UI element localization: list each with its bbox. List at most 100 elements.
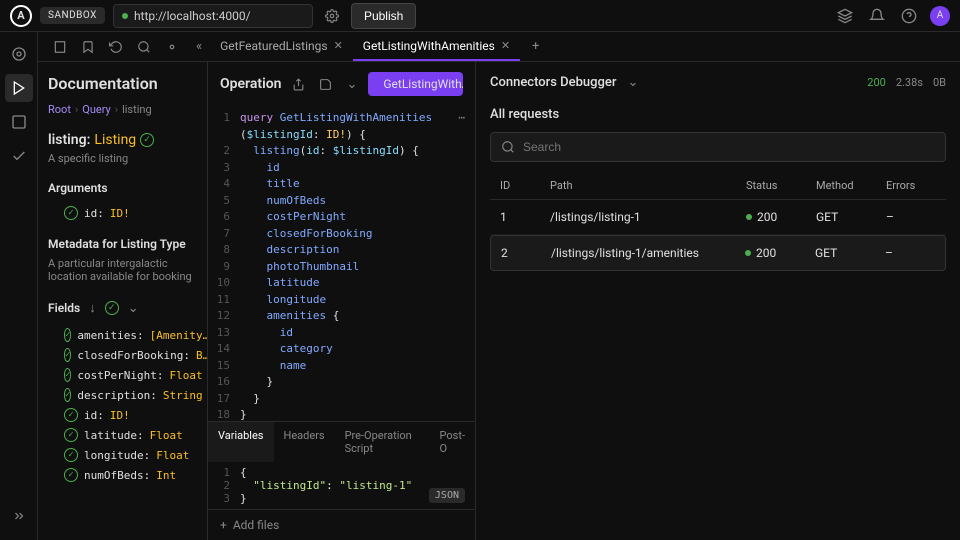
table-row[interactable]: 2 /listings/listing-1/amenities 200 GET … [490,235,946,271]
field-item[interactable]: ✓longitude: Float [48,445,197,465]
new-tab-button[interactable]: + [524,35,547,58]
field-name: listing: [48,132,90,148]
share-icon[interactable] [289,75,308,94]
nav-schema-icon[interactable] [5,108,33,136]
json-badge: JSON [429,488,465,503]
bell-icon[interactable] [866,5,888,27]
status-code: 200 [867,76,886,89]
arguments-title: Arguments [48,181,197,195]
url-input-box[interactable]: http://localhost:4000/ [113,4,313,28]
metadata-title: Metadata for Listing Type [48,237,197,251]
field-item[interactable]: ✓amenities: [Amenity… [48,325,197,345]
code-editor[interactable]: ⋯ 1query GetListingWithAmenities($listin… [208,106,475,421]
more-icon[interactable]: ⋯ [458,110,465,127]
check-icon: ✓ [64,468,78,482]
bookmark-icon[interactable] [78,37,98,57]
all-requests-title: All requests [476,103,960,132]
plus-icon: + [220,518,227,532]
add-files-button[interactable]: + Add files [208,509,475,540]
check-icon: ✓ [64,428,78,442]
save-icon[interactable] [316,75,335,94]
debugger-title: Connectors Debugger [490,75,616,90]
debugger-panel: Connectors Debugger ⌄ 200 2.38s 0B All r… [476,62,960,540]
check-icon: ✓ [64,408,78,422]
publish-button[interactable]: Publish [351,3,416,29]
tabstrip: « GetFeaturedListings✕GetListingWithAmen… [38,32,960,62]
history-icon[interactable] [106,37,126,57]
collapse-left-icon[interactable]: « [192,39,206,54]
nav-explorer-icon[interactable] [5,40,33,68]
field-item[interactable]: ✓id: ID! [48,405,197,425]
search-icon[interactable] [134,37,154,57]
argument-item[interactable]: ✓id: ID! [48,203,197,223]
field-type[interactable]: Listing [94,132,136,148]
tab[interactable]: GetFeaturedListings✕ [210,33,353,61]
tab[interactable]: GetListingWithAmenities✕ [353,33,520,61]
variables-editor[interactable]: JSON 1{2 "listingId": "listing-1"3} [208,462,475,509]
field-description: A specific listing [48,152,197,165]
doc-title: Documentation [48,74,197,93]
doc-icon[interactable] [50,37,70,57]
check-icon: ✓ [64,206,78,220]
url-text: http://localhost:4000/ [134,9,251,23]
bottom-tab[interactable]: Headers [274,422,335,462]
sidebar-iconbar [0,32,38,540]
nav-checks-icon[interactable] [5,142,33,170]
field-item[interactable]: ✓latitude: Float [48,425,197,445]
check-icon: ✓ [64,388,71,402]
sort-icon[interactable]: ↓ [86,297,99,319]
documentation-panel: Documentation Root › Query › listing lis… [38,62,208,540]
operation-title: Operation [220,76,281,92]
search-input[interactable] [490,132,946,162]
response-size: 0B [933,76,946,89]
editor-column: Operation ⌄ GetListingWithAme ⋯ 1query G… [208,62,476,540]
col-status-header[interactable]: Status [746,179,816,192]
check-all-icon[interactable]: ✓ [105,301,119,315]
help-icon[interactable] [898,5,920,27]
sandbox-badge: SANDBOX [40,7,105,24]
crumb-root[interactable]: Root [48,103,71,116]
search-field[interactable] [523,140,935,154]
close-icon[interactable]: ✕ [334,39,343,52]
check-icon: ✓ [64,348,71,362]
settings-icon[interactable] [162,37,182,57]
col-method-header[interactable]: Method [816,179,886,192]
response-time: 2.38s [896,76,923,89]
search-icon [501,140,515,154]
crumb-query[interactable]: Query [82,103,111,116]
col-path-header[interactable]: Path [550,179,746,192]
run-button[interactable]: GetListingWithAme [368,72,463,96]
fields-title: Fields [48,301,80,315]
app-logo: A [10,5,32,27]
topbar: A SANDBOX http://localhost:4000/ Publish… [0,0,960,32]
layers-icon[interactable] [834,5,856,27]
field-item[interactable]: ✓description: String [48,385,197,405]
field-item[interactable]: ✓numOfBeds: Int [48,465,197,485]
bottom-tab[interactable]: Post-O [430,422,475,462]
close-icon[interactable]: ✕ [501,39,510,52]
col-id-header[interactable]: ID [500,179,550,192]
check-icon: ✓ [140,133,154,147]
crumb-current: listing [122,103,152,116]
table-header: ID Path Status Method Errors [490,172,946,200]
col-errors-header[interactable]: Errors [886,179,936,192]
bottom-tab[interactable]: Variables [208,422,274,462]
nav-operation-icon[interactable] [5,74,33,102]
run-button-label: GetListingWithAme [383,77,463,91]
bottom-tabs: VariablesHeadersPre-Operation ScriptPost… [208,421,475,462]
chevron-down-icon[interactable]: ⌄ [624,72,641,93]
breadcrumb: Root › Query › listing [48,103,197,116]
table-row[interactable]: 1 /listings/listing-1 200 GET – [490,200,946,235]
metadata-description: A particular intergalactic location avai… [48,257,197,283]
gear-icon[interactable] [321,5,343,27]
field-item[interactable]: ✓closedForBooking: B… [48,345,197,365]
status-dot-icon [122,13,128,19]
dropdown-icon[interactable]: ⌄ [343,74,360,95]
check-icon: ✓ [64,448,78,462]
expand-sidebar-icon[interactable] [5,502,33,530]
check-icon: ✓ [64,368,71,382]
field-item[interactable]: ✓costPerNight: Float [48,365,197,385]
bottom-tab[interactable]: Pre-Operation Script [335,422,430,462]
avatar[interactable]: A [930,6,950,26]
chevron-down-icon[interactable]: ⌄ [125,298,142,319]
